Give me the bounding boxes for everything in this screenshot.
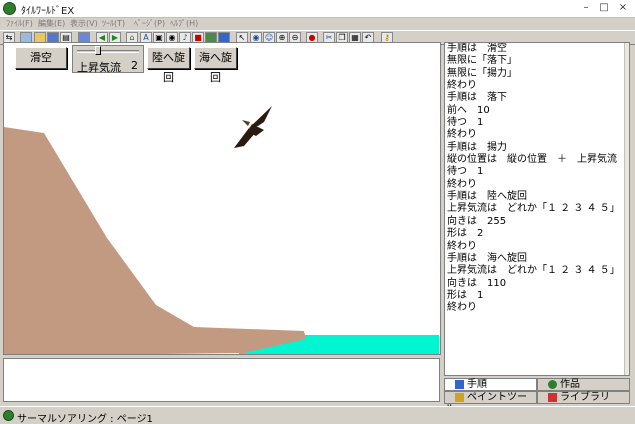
tab-library-label: ライブラリ <box>560 392 610 403</box>
code-line[interactable]: 終わり <box>445 302 629 314</box>
code-line[interactable]: 前へ 10 <box>445 105 629 117</box>
sea-turn-button[interactable]: 海へ旋回 <box>194 47 237 84</box>
status-bar: サーマルソアリング : ページ1 <box>0 406 635 424</box>
tab-works-label: 作品 <box>560 379 580 390</box>
code-line[interactable]: 手順は 海へ旋回 <box>445 253 629 265</box>
tab-library[interactable]: ライブラリ <box>537 391 630 404</box>
menu-help[interactable]: ﾍﾙﾌﾟ(H) <box>170 18 198 30</box>
globe-icon <box>548 380 557 389</box>
code-line[interactable]: 形は 2 <box>445 228 629 240</box>
shapes-icon <box>548 393 557 402</box>
slider-thumb[interactable] <box>95 46 102 55</box>
vertical-scrollbar[interactable] <box>624 43 629 375</box>
cliff <box>4 127 306 354</box>
code-line[interactable]: 手順は 落下 <box>445 92 629 104</box>
code-list: 手順は 滑空 無限に「落下」 無限に「揚力」 終わり 手順は 落下 前へ 10 待つ 1 終わ… <box>445 43 629 315</box>
maximize-button[interactable]: □ <box>595 1 613 16</box>
code-line[interactable]: 無限に「落下」 <box>445 55 629 67</box>
procedure-editor[interactable]: 手順は 滑空 無限に「落下」 無限に「揚力」 終わり 手順は 落下 前へ 10 待つ 1 終わ… <box>444 42 630 376</box>
tab-procedure[interactable]: 手順 <box>444 378 537 391</box>
panel-tabs: 手順 作品 ペイントツール ライブラリ <box>444 378 630 415</box>
globe-icon <box>3 410 14 421</box>
code-line[interactable]: 手順は 陸へ旋回 <box>445 191 629 203</box>
kite-bird <box>234 106 272 148</box>
slider-track <box>77 50 139 53</box>
code-line[interactable]: 向きは 255 <box>445 216 629 228</box>
code-line[interactable]: 終わり <box>445 241 629 253</box>
code-line[interactable]: 形は 1 <box>445 290 629 302</box>
glide-button[interactable]: 滑空 <box>15 47 67 69</box>
code-line[interactable]: 無限に「揚力」 <box>445 68 629 80</box>
minimize-button[interactable]: – <box>577 1 595 16</box>
slider-value: 2 <box>131 59 138 72</box>
close-button[interactable]: × <box>614 1 632 16</box>
menu-edit[interactable]: 編集(E) <box>38 18 65 30</box>
code-line[interactable]: 待つ 1 <box>445 117 629 129</box>
menu-bar: ﾌｧｲﾙ(F) 編集(E) 表示(V) ﾂｰﾙ(T) ﾍﾟｰｼﾞ(P) ﾍﾙﾌﾟ… <box>0 18 635 30</box>
code-line[interactable]: 上昇気流は どれか「１ ２ ３ ４ ５」 <box>445 203 629 215</box>
menu-page[interactable]: ﾍﾟｰｼﾞ(P) <box>134 18 165 30</box>
tab-works[interactable]: 作品 <box>537 378 630 391</box>
code-line[interactable]: 手順は 揚力 <box>445 142 629 154</box>
menu-tools[interactable]: ﾂｰﾙ(T) <box>102 18 125 30</box>
app-globe-icon <box>3 2 16 15</box>
code-line[interactable]: 上昇気流は どれか「１ ２ ３ ４ ５」 <box>445 265 629 277</box>
book-icon <box>455 380 464 389</box>
code-line[interactable]: 待つ 1 <box>445 166 629 178</box>
code-line[interactable]: 手順は 滑空 <box>445 43 629 55</box>
title-bar: ﾀｲﾙﾜｰﾙﾄﾞEX – □ × <box>0 0 635 18</box>
tab-paint-tool[interactable]: ペイントツール <box>444 391 537 415</box>
menu-file[interactable]: ﾌｧｲﾙ(F) <box>6 18 33 30</box>
window-title: ﾀｲﾙﾜｰﾙﾄﾞEX <box>21 6 75 17</box>
code-line[interactable]: 終わり <box>445 80 629 92</box>
scene <box>4 106 439 354</box>
code-line[interactable]: 終わり <box>445 129 629 141</box>
updraft-slider[interactable]: 上昇気流 2 <box>72 45 144 74</box>
code-line[interactable]: 向きは 110 <box>445 278 629 290</box>
status-text: サーマルソアリング : ページ1 <box>17 414 153 424</box>
pencil-icon <box>455 393 464 402</box>
code-line[interactable]: 終わり <box>445 179 629 191</box>
code-line[interactable]: 縦の位置は 縦の位置 ＋ 上昇気流 <box>445 154 629 166</box>
message-area[interactable] <box>3 358 440 402</box>
slider-label: 上昇気流 <box>77 61 121 74</box>
menu-view[interactable]: 表示(V) <box>70 18 98 30</box>
tab-procedure-label: 手順 <box>467 379 487 390</box>
stage-canvas[interactable]: 滑空 上昇気流 2 陸へ旋回 海へ旋回 <box>3 42 441 355</box>
land-turn-button[interactable]: 陸へ旋回 <box>147 47 190 84</box>
